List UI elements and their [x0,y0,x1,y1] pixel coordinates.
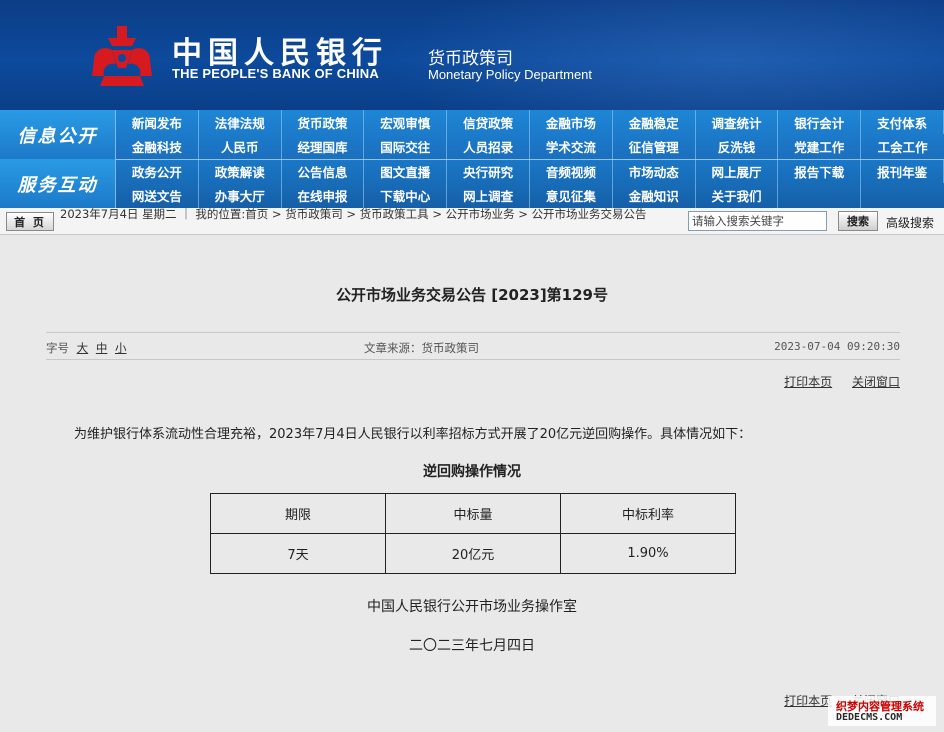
nav-item[interactable]: 支付体系 [861,110,944,134]
font-size-small-link[interactable]: 小 [115,341,127,355]
close-window-link[interactable]: 关闭窗口 [852,375,900,389]
table-header-cell: 中标利率 [560,493,736,534]
nav-item[interactable]: 经理国库 [282,134,365,159]
department-name-cn[interactable]: 货币政策司 [428,44,513,69]
article-tools-top: 打印本页 关闭窗口 [768,373,900,390]
nav-item[interactable]: 在线申报 [282,183,365,208]
nav-item[interactable]: 金融市场 [530,110,613,134]
article-title: 公开市场业务交易公告 [2023]第129号 [336,286,608,304]
font-size-large-link[interactable]: 大 [77,341,89,355]
nav-item[interactable]: 党建工作 [778,134,862,159]
nav-section-label-info: 信息公开 [0,110,116,159]
table-header-row: 期限 中标量 中标利率 [210,493,736,534]
breadcrumb-separator: > [432,207,442,221]
table-title: 逆回购操作情况 [423,464,521,480]
nav-item[interactable]: 学术交流 [530,134,613,159]
nav-item-empty [778,183,862,208]
nav-item[interactable]: 央行研究 [447,159,530,183]
print-link[interactable]: 打印本页 [784,375,832,389]
nav-item[interactable]: 人员招录 [447,134,530,159]
bank-name-en[interactable]: THE PEOPLE'S BANK OF CHINA [172,66,379,81]
breadcrumb-separator: > [271,207,282,221]
breadcrumb-link-omo[interactable]: 公开市场业务 [446,207,515,221]
nav-item[interactable]: 报刊年鉴 [861,159,944,183]
nav-item[interactable]: 征信管理 [613,134,696,159]
breadcrumb-separator: > [346,207,356,221]
print-link-bottom[interactable]: 打印本页 [784,694,832,708]
breadcrumb-link-dept[interactable]: 货币政策司 [285,207,343,221]
page-root: 中国人民银行 THE PEOPLE'S BANK OF CHINA 货币政策司 … [0,0,944,732]
nav-item[interactable]: 法律法规 [199,110,282,134]
font-size-controls: 字号 大 中 小 [46,340,126,356]
cms-watermark: 织梦内容管理系统 DEDECMS.COM [828,696,936,726]
breadcrumb-separator: > [518,207,528,221]
table-cell: 20亿元 [385,533,561,574]
nav-grid-service: 政务公开 政策解读 公告信息 图文直播 央行研究 音频视频 市场动态 网上展厅 … [116,159,944,208]
article-paragraph: 为维护银行体系流动性合理充裕，2023年7月4日人民银行以利率招标方式开展了20… [74,427,752,442]
advanced-search-link[interactable]: 高级搜索 [886,214,934,231]
nav-item[interactable]: 政策解读 [199,159,282,183]
nav-item[interactable]: 银行会计 [778,110,862,134]
nav-item[interactable]: 反洗钱 [696,134,779,159]
nav-item[interactable]: 下载中心 [364,183,448,208]
operations-table: 期限 中标量 中标利率 7天 20亿元 1.90% [210,493,736,574]
nav-item[interactable]: 政务公开 [116,159,199,183]
breadcrumb-bar: 首 页 2023年7月4日 星期二 ｜ 我的位置:首页 > 货币政策司 > 货币… [0,208,944,235]
nav-item[interactable]: 货币政策 [282,110,365,134]
nav-item[interactable]: 关于我们 [696,183,779,208]
nav-item[interactable]: 报告下载 [778,159,862,183]
article-meta: 字号 大 中 小 文章来源：货币政策司 2023-07-04 09:20:30 [46,332,900,360]
nav-item[interactable]: 意见征集 [530,183,613,208]
nav-item[interactable]: 工会工作 [861,134,944,159]
nav-item[interactable]: 金融知识 [613,183,696,208]
font-size-label: 字号 [46,341,69,355]
nav-item[interactable]: 办事大厅 [199,183,282,208]
table-cell: 1.90% [560,533,736,574]
nav-item[interactable]: 新闻发布 [116,110,199,134]
table-header-cell: 中标量 [385,493,561,534]
table-header-cell: 期限 [210,493,386,534]
nav-item[interactable]: 国际交往 [364,134,448,159]
current-date: 2023年7月4日 [60,207,139,221]
nav-item[interactable]: 调查统计 [696,110,779,134]
search-input[interactable] [688,211,827,231]
table-cell: 7天 [210,533,386,574]
pboc-logo-icon[interactable] [86,24,158,88]
search-button[interactable]: 搜索 [838,211,878,231]
nav-item[interactable]: 宏观审慎 [364,110,448,134]
nav-item[interactable]: 音频视频 [530,159,613,183]
location-label: 我的位置: [195,207,246,221]
watermark-line2: DEDECMS.COM [836,712,903,723]
nav-item[interactable]: 信贷政策 [447,110,530,134]
current-weekday: 星期二 [142,207,177,221]
nav-grid-info: 新闻发布 法律法规 货币政策 宏观审慎 信贷政策 金融市场 金融稳定 调查统计 … [116,110,944,159]
nav-item-empty [861,183,944,208]
nav-item[interactable]: 市场动态 [613,159,696,183]
nav-item[interactable]: 金融科技 [116,134,199,159]
department-name-en[interactable]: Monetary Policy Department [428,67,592,82]
breadcrumb-link-announcement[interactable]: 公开市场业务交易公告 [532,207,647,221]
font-size-medium-link[interactable]: 中 [96,341,108,355]
breadcrumb-link-home[interactable]: 首页 [245,207,268,221]
site-header: 中国人民银行 THE PEOPLE'S BANK OF CHINA 货币政策司 … [0,0,944,110]
nav-item[interactable]: 网上调查 [447,183,530,208]
breadcrumb-link-tools[interactable]: 货币政策工具 [360,207,429,221]
nav-item[interactable]: 网送文告 [116,183,199,208]
nav-item[interactable]: 网上展厅 [696,159,779,183]
signature: 中国人民银行公开市场业务操作室 [367,599,577,615]
nav-item[interactable]: 人民币 [199,134,282,159]
home-button[interactable]: 首 页 [6,212,54,231]
nav-item[interactable]: 公告信息 [282,159,365,183]
table-row: 7天 20亿元 1.90% [210,533,736,574]
breadcrumb: 2023年7月4日 星期二 ｜ 我的位置:首页 > 货币政策司 > 货币政策工具… [60,208,682,221]
nav-item[interactable]: 金融稳定 [613,110,696,134]
separator: ｜ [180,207,192,221]
nav-section-label-service: 服务互动 [0,159,116,208]
main-navigation: 信息公开 服务互动 新闻发布 法律法规 货币政策 宏观审慎 信贷政策 金融市场 … [0,110,944,208]
article-datetime: 2023-07-04 09:20:30 [774,340,900,353]
signature-date: 二〇二三年七月四日 [409,638,535,654]
nav-item[interactable]: 图文直播 [364,159,448,183]
article-source: 文章来源：货币政策司 [364,341,479,355]
